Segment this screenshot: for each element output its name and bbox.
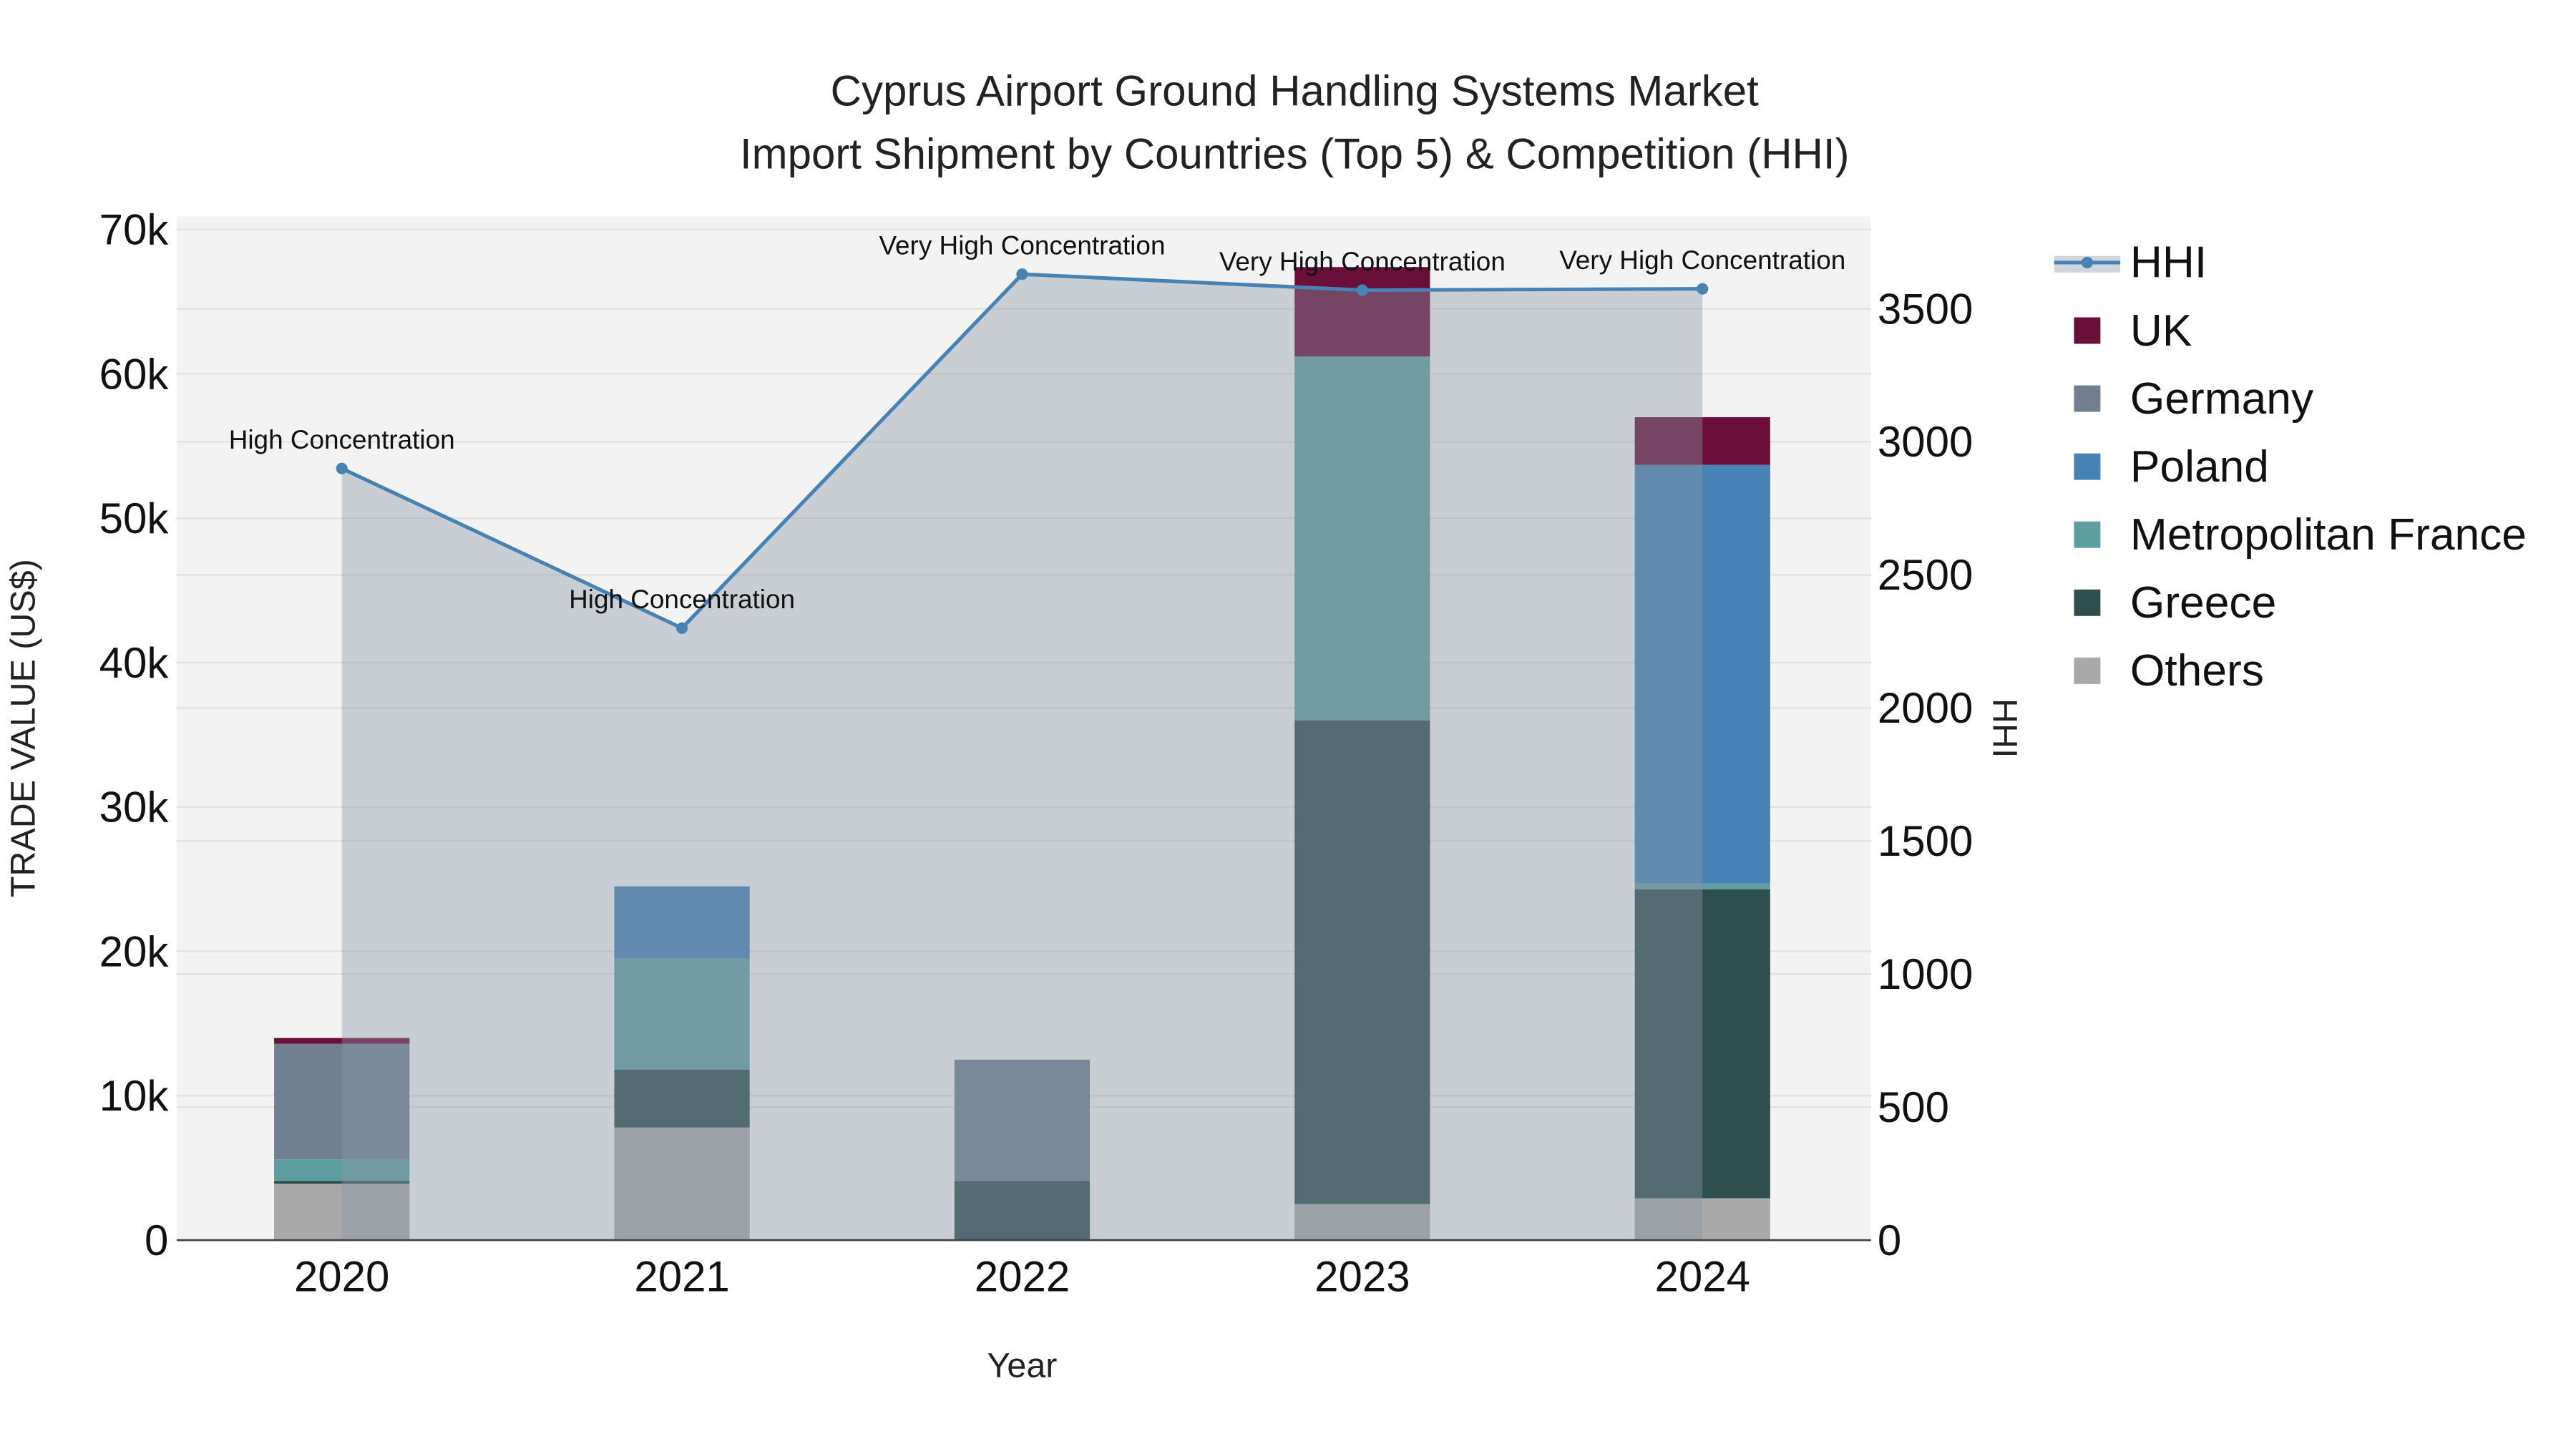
legend-label: Greece [2130,578,2276,628]
y2-tick-label: 500 [1878,1083,1949,1131]
hhi-annotation-2020: High Concentration [229,425,455,454]
x-axis-label: Year [987,1347,1058,1385]
legend-swatch [2074,317,2101,344]
legend-item-greece[interactable]: Greece [2074,578,2276,628]
hhi-point-2021 [676,622,688,634]
chart-title-line2: Import Shipment by Countries (Top 5) & C… [740,130,1850,177]
legend-item-metropolitan-france[interactable]: Metropolitan France [2074,510,2527,560]
legend-swatch [2074,453,2101,480]
legend-item-hhi[interactable]: HHI [2054,238,2207,288]
legend-swatch [2074,589,2101,616]
hhi-point-2023 [1356,284,1368,296]
y2-tick-label: 3000 [1878,418,1973,466]
y2-tick-label: 0 [1878,1216,1901,1264]
hhi-point-2024 [1697,283,1709,295]
y2-axis-label: HHI [1985,698,2024,758]
y-tick-label: 60k [99,350,170,398]
chart-title-line1: Cyprus Airport Ground Handling Systems M… [831,67,1760,115]
legend-label: UK [2130,306,2192,356]
x-tick-label: 2021 [634,1253,729,1301]
legend-swatch-marker [2081,256,2093,268]
chart: Cyprus Airport Ground Handling Systems M… [4,67,2527,1385]
legend-swatch [2074,385,2101,412]
y-axis-ticks: 0 10k 20k 30k 40k 50k 60k 70k [99,206,170,1264]
x-tick-label: 2020 [294,1253,389,1301]
legend-item-uk[interactable]: UK [2074,306,2192,356]
y2-tick-label: 1000 [1878,950,1973,998]
legend-label: Poland [2130,442,2269,492]
y-tick-label: 20k [99,927,170,975]
y-tick-label: 10k [99,1072,170,1120]
hhi-point-2022 [1016,268,1028,280]
legend-label: Germany [2130,374,2314,424]
x-tick-label: 2023 [1314,1253,1410,1301]
y-tick-label: 50k [99,494,170,542]
legend-label: Metropolitan France [2130,510,2527,560]
legend-swatch [2074,521,2101,548]
legend-label: HHI [2130,238,2207,288]
legend-label: Others [2130,646,2264,696]
y-axis-label: TRADE VALUE (US$) [4,559,42,897]
legend-item-germany[interactable]: Germany [2074,374,2314,424]
x-tick-label: 2022 [975,1253,1070,1301]
legend-swatch [2074,657,2101,684]
y2-tick-label: 1500 [1878,817,1973,865]
y-tick-label: 30k [99,784,170,831]
y2-tick-label: 2000 [1878,684,1973,732]
y2-axis-ticks: 0 500 1000 1500 2000 2500 3000 3500 [1878,285,1973,1264]
hhi-annotation-2022: Very High Concentration [879,231,1165,260]
hhi-annotation-2021: High Concentration [569,585,795,614]
y2-tick-label: 3500 [1878,285,1973,333]
y-tick-label: 70k [99,206,170,254]
x-tick-label: 2024 [1654,1253,1750,1301]
legend: HHI UK Germany Poland Metropolitan France Gre… [2054,238,2527,696]
x-axis-ticks: 2020 2021 2022 2023 2024 [294,1253,1750,1301]
hhi-annotation-2024: Very High Concentration [1559,245,1845,275]
legend-item-others[interactable]: Others [2074,646,2264,696]
y-tick-label: 40k [99,639,170,687]
hhi-point-2020 [336,462,348,474]
legend-item-poland[interactable]: Poland [2074,442,2269,492]
hhi-annotation-2023: Very High Concentration [1219,247,1506,276]
y2-tick-label: 2500 [1878,551,1973,599]
y-tick-label: 0 [145,1216,168,1264]
